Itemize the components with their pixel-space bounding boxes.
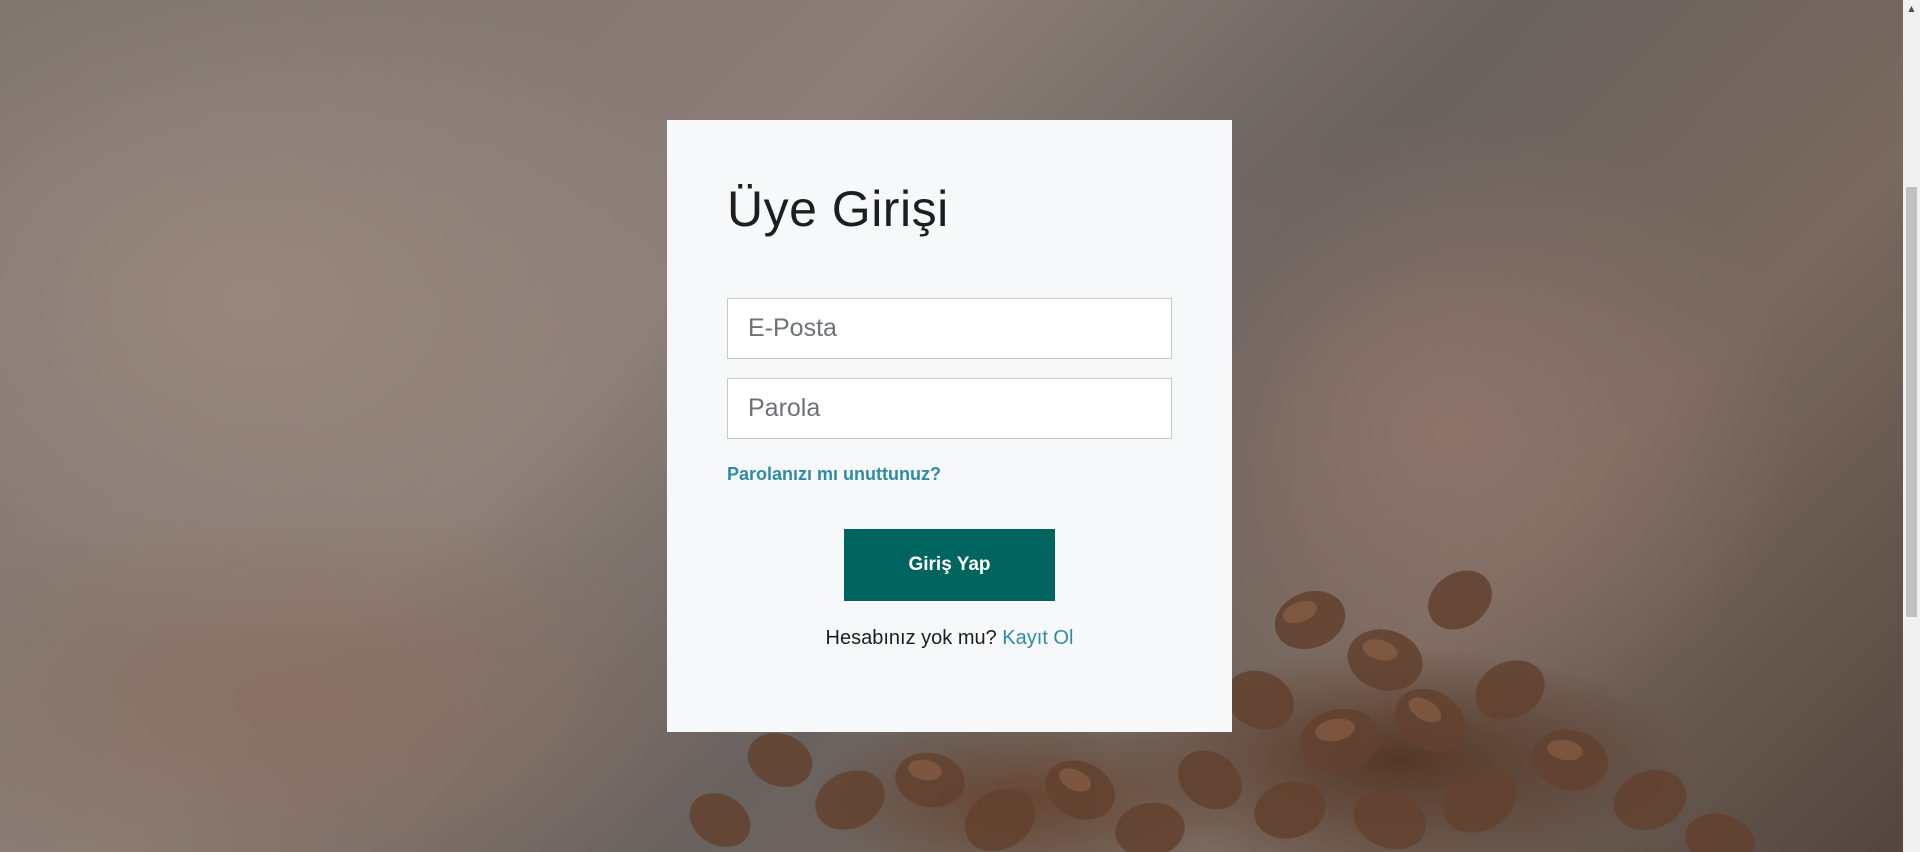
scroll-up-arrow-icon[interactable]: ▲ (1903, 0, 1920, 17)
forgot-password-link[interactable]: Parolanızı mı unuttunuz? (727, 464, 941, 485)
scroll-thumb[interactable] (1906, 187, 1917, 617)
page: Üye Girişi Parolanızı mı unuttunuz? Giri… (0, 0, 1920, 852)
signup-row: Hesabınız yok mu? Kayıt Ol (727, 627, 1172, 650)
signup-prompt: Hesabınız yok mu? (825, 627, 1003, 649)
password-field[interactable] (727, 378, 1172, 439)
email-field[interactable] (727, 298, 1172, 359)
signup-link[interactable]: Kayıt Ol (1002, 627, 1073, 649)
page-title: Üye Girişi (727, 181, 949, 237)
login-card: Üye Girişi Parolanızı mı unuttunuz? Giri… (667, 120, 1232, 732)
login-button[interactable]: Giriş Yap (844, 529, 1055, 601)
vertical-scrollbar[interactable]: ▲ (1903, 0, 1920, 852)
